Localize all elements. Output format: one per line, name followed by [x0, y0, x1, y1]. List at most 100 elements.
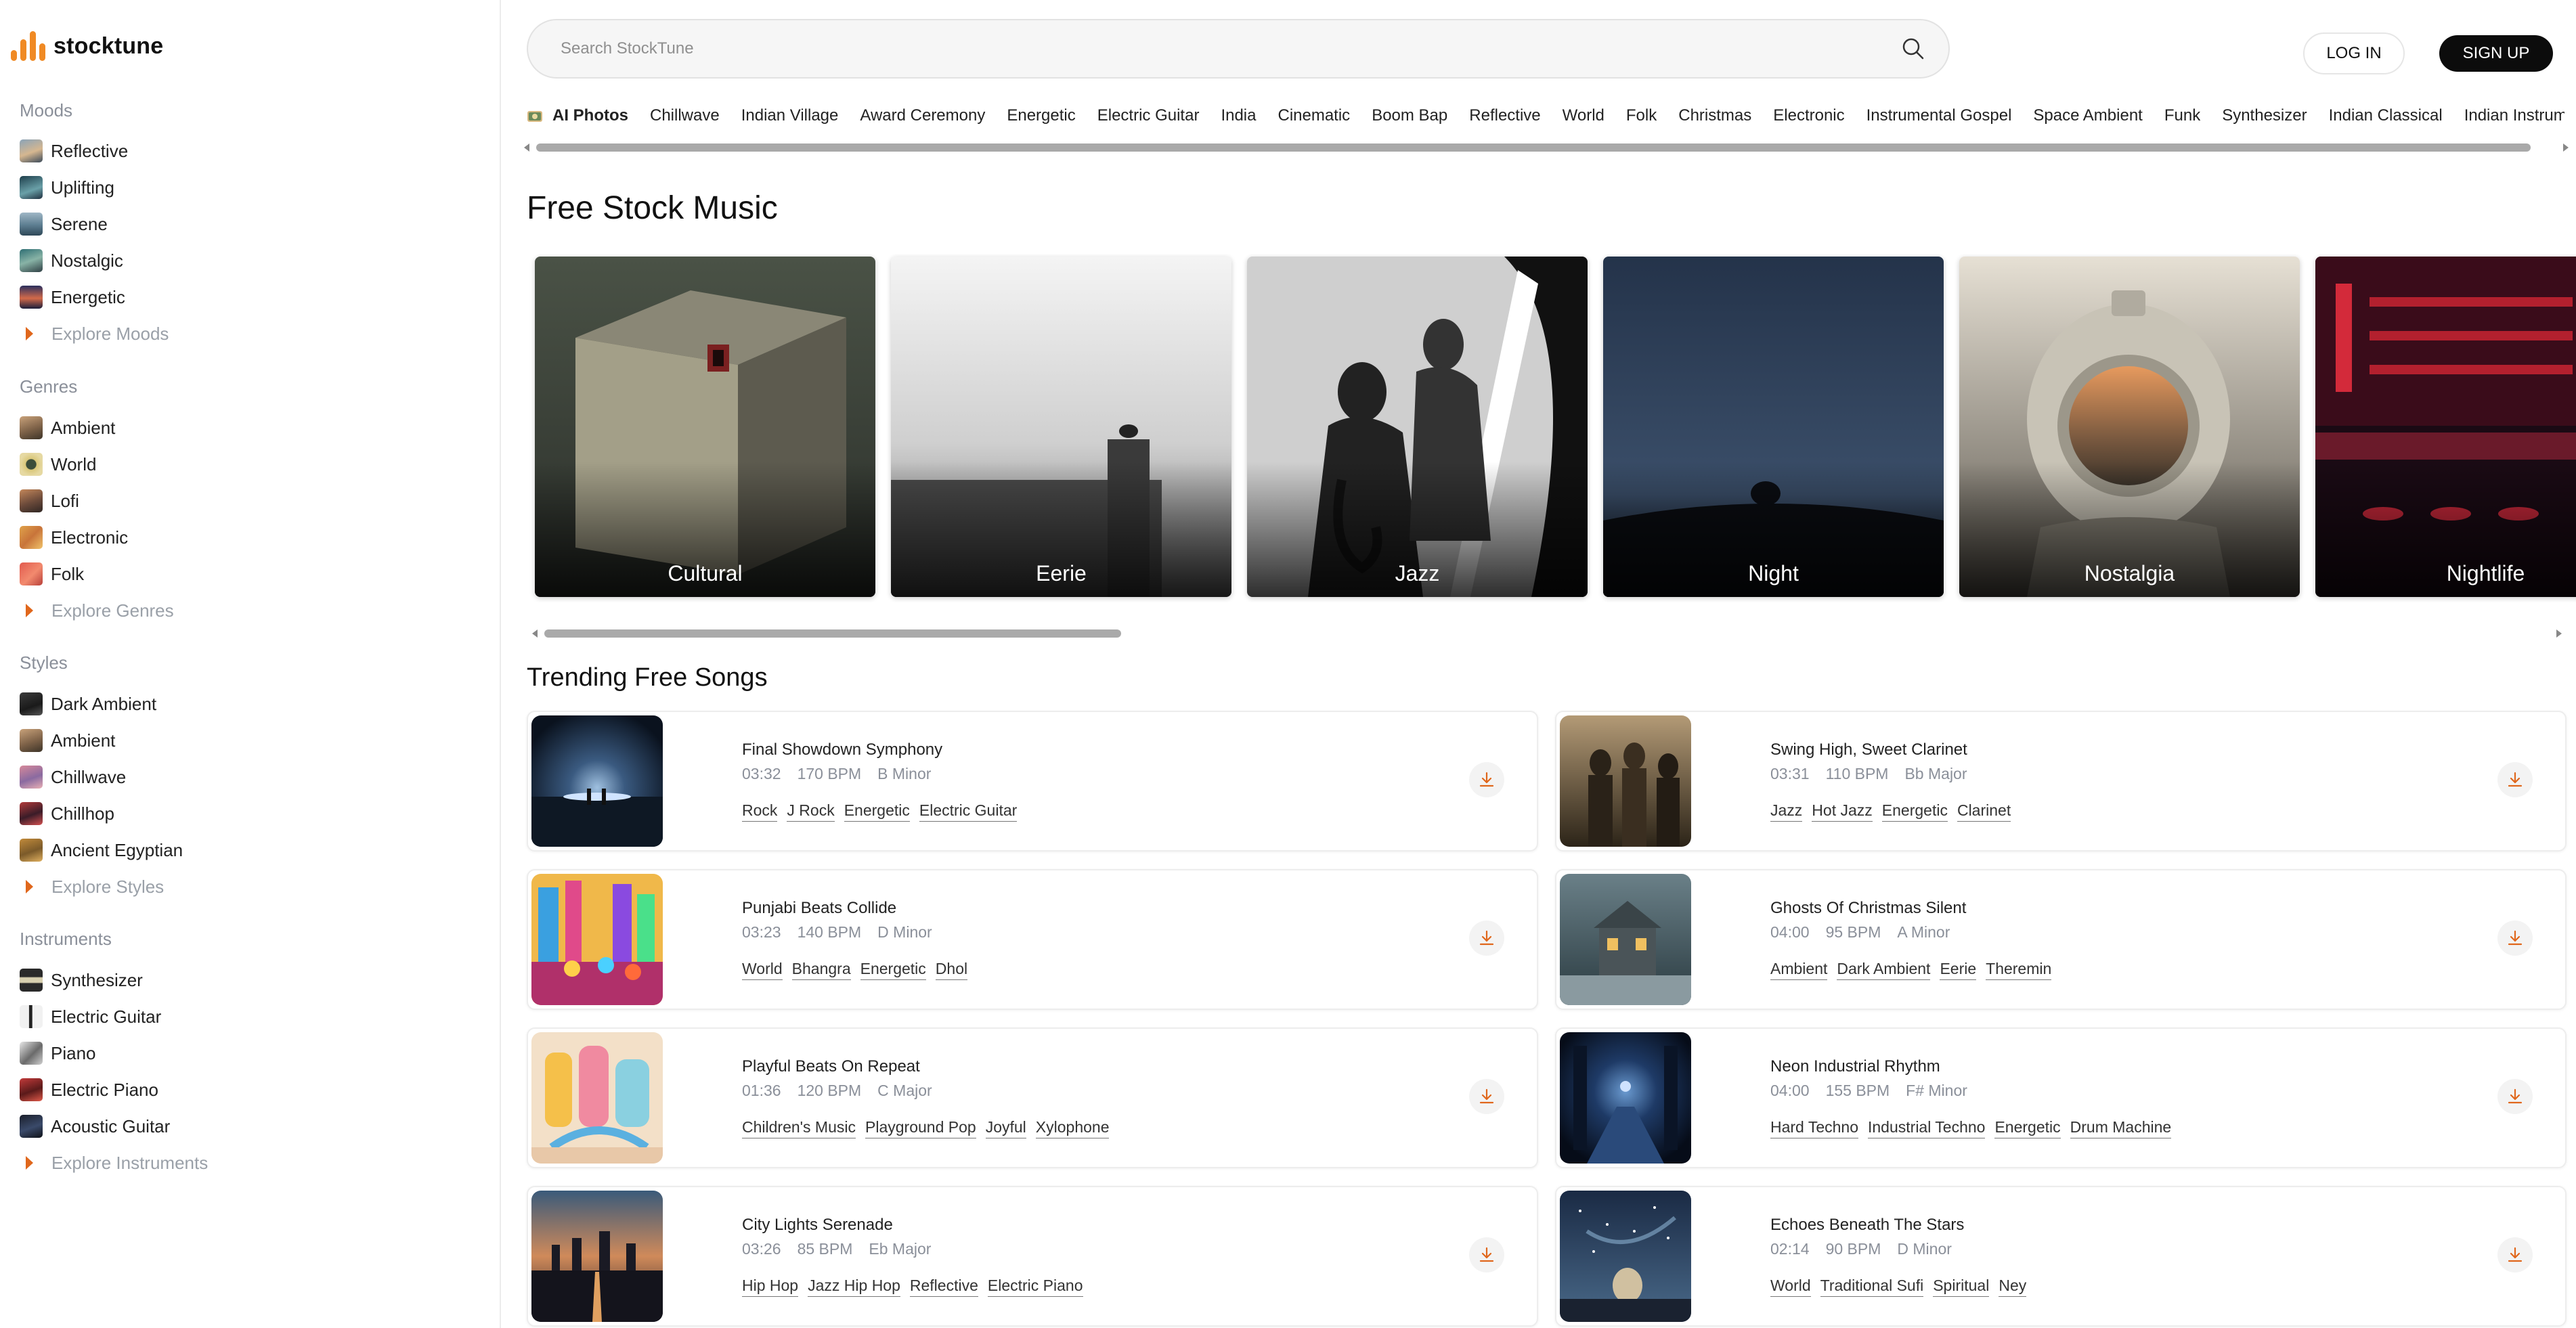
song-tag[interactable]: Joyful [985, 1118, 1026, 1138]
song-tag[interactable]: Hot Jazz [1812, 801, 1873, 822]
chip-item[interactable]: Chillwave [650, 106, 720, 125]
download-button[interactable] [1469, 1079, 1504, 1114]
song-card[interactable]: City Lights Serenade 03:26 85 BPM Eb Major… [527, 1186, 1538, 1327]
sidebar-item-dark-ambient[interactable]: Dark Ambient [20, 690, 156, 717]
chip-item[interactable]: Indian Classical [2329, 106, 2443, 125]
song-tag[interactable]: Children's Music [742, 1118, 856, 1138]
sidebar-item-chillhop[interactable]: Chillhop [20, 800, 114, 827]
song-tag[interactable]: Drum Machine [2070, 1118, 2172, 1138]
song-tag[interactable]: Electric Guitar [919, 801, 1018, 822]
song-card[interactable]: Swing High, Sweet Clarinet 03:31 110 BPM B… [1555, 711, 2567, 851]
song-tag[interactable]: Bhangra [791, 960, 851, 980]
card-cultural[interactable]: Cultural [535, 257, 875, 597]
scrollbar-thumb[interactable] [544, 629, 1121, 638]
chip-item[interactable]: Indian Instrumental [2464, 106, 2564, 125]
song-tag[interactable]: Spiritual [1933, 1277, 1990, 1297]
song-card[interactable]: Echoes Beneath The Stars 02:14 90 BPM D Mi… [1555, 1186, 2567, 1327]
song-title[interactable]: City Lights Serenade [742, 1216, 893, 1235]
search-input[interactable] [561, 39, 1847, 58]
sidebar-item-ancient-egyptian[interactable]: Ancient Egyptian [20, 837, 183, 864]
song-tag[interactable]: Xylophone [1035, 1118, 1110, 1138]
chip-item[interactable]: Boom Bap [1372, 106, 1447, 125]
chip-item[interactable]: Award Ceremony [860, 106, 985, 125]
song-tag[interactable]: Jazz [1770, 801, 1803, 822]
song-tag[interactable]: Ambient [1770, 960, 1828, 980]
song-card[interactable]: Ghosts Of Christmas Silent 04:00 95 BPM A … [1555, 869, 2567, 1010]
sidebar-item-chillwave[interactable]: Chillwave [20, 763, 126, 791]
chip-item[interactable]: Electronic [1773, 106, 1844, 125]
song-tag[interactable]: Traditional Sufi [1820, 1277, 1924, 1297]
song-title[interactable]: Neon Industrial Rhythm [1770, 1057, 1940, 1076]
chip-ai-photos[interactable]: AI Photos [527, 106, 628, 125]
song-card[interactable]: Neon Industrial Rhythm 04:00 155 BPM F# Mi… [1555, 1027, 2567, 1168]
chip-item[interactable]: Indian Village [741, 106, 839, 125]
scroll-right-icon[interactable] [2563, 143, 2569, 152]
chip-item[interactable]: Instrumental Gospel [1866, 106, 2012, 125]
card-jazz[interactable]: Jazz [1247, 257, 1588, 597]
sidebar-item-piano[interactable]: Piano [20, 1040, 96, 1067]
chip-item[interactable]: Christmas [1678, 106, 1751, 125]
chip-item[interactable]: Electric Guitar [1097, 106, 1200, 125]
song-tag[interactable]: Energetic [844, 801, 910, 822]
download-button[interactable] [1469, 1237, 1504, 1272]
song-tag[interactable]: Dhol [935, 960, 968, 980]
sidebar-item-energetic[interactable]: Energetic [20, 284, 125, 311]
search-icon[interactable] [1901, 37, 1925, 61]
explore-styles-link[interactable]: Explore Styles [26, 873, 164, 900]
signup-button[interactable]: SIGN UP [2439, 35, 2553, 72]
sidebar-item-synthesizer[interactable]: Synthesizer [20, 967, 143, 994]
search-bar[interactable] [527, 19, 1950, 79]
chips-scrollbar[interactable] [524, 138, 2569, 157]
download-button[interactable] [1469, 921, 1504, 956]
sidebar-item-lofi[interactable]: Lofi [20, 487, 79, 514]
song-tag[interactable]: Electric Piano [987, 1277, 1083, 1297]
song-tag[interactable]: Hard Techno [1770, 1118, 1858, 1138]
card-nostalgia[interactable]: Nostalgia [1959, 257, 2300, 597]
sidebar-item-serene[interactable]: Serene [20, 211, 108, 238]
sidebar-item-electronic[interactable]: Electronic [20, 524, 128, 551]
sidebar-item-folk[interactable]: Folk [20, 560, 84, 588]
sidebar-item-electric-guitar[interactable]: Electric Guitar [20, 1003, 161, 1030]
scroll-right-icon[interactable] [2556, 629, 2562, 638]
sidebar-item-reflective[interactable]: Reflective [20, 137, 128, 164]
scrollbar-thumb[interactable] [536, 143, 2531, 152]
song-card[interactable]: Punjabi Beats Collide 03:23 140 BPM D Mino… [527, 869, 1538, 1010]
song-tag[interactable]: Jazz Hip Hop [808, 1277, 900, 1297]
song-tag[interactable]: Energetic [1994, 1118, 2061, 1138]
sidebar-item-acoustic-guitar[interactable]: Acoustic Guitar [20, 1113, 170, 1140]
chip-item[interactable]: Folk [1626, 106, 1657, 125]
song-tag[interactable]: Energetic [860, 960, 926, 980]
carousel-scrollbar[interactable] [532, 624, 2562, 643]
sidebar-item-electric-piano[interactable]: Electric Piano [20, 1076, 158, 1103]
song-card[interactable]: Final Showdown Symphony 03:32 170 BPM B Mi… [527, 711, 1538, 851]
song-tag[interactable]: Theremin [1986, 960, 2052, 980]
song-tag[interactable]: J Rock [787, 801, 835, 822]
song-title[interactable]: Punjabi Beats Collide [742, 899, 896, 918]
song-tag[interactable]: Ney [1999, 1277, 2027, 1297]
scroll-left-icon[interactable] [532, 629, 538, 638]
song-tag[interactable]: Dark Ambient [1837, 960, 1931, 980]
sidebar-item-ambient-style[interactable]: Ambient [20, 727, 115, 754]
song-title[interactable]: Swing High, Sweet Clarinet [1770, 740, 1967, 759]
chip-item[interactable]: Funk [2164, 106, 2200, 125]
song-tag[interactable]: Industrial Techno [1868, 1118, 1986, 1138]
download-button[interactable] [1469, 762, 1504, 797]
chip-item[interactable]: Synthesizer [2222, 106, 2307, 125]
sidebar-item-nostalgic[interactable]: Nostalgic [20, 247, 123, 274]
download-button[interactable] [2497, 762, 2533, 797]
song-card[interactable]: Playful Beats On Repeat 01:36 120 BPM C Ma… [527, 1027, 1538, 1168]
download-button[interactable] [2497, 1237, 2533, 1272]
card-nightlife[interactable]: Nightlife [2315, 257, 2576, 597]
chip-item[interactable]: Space Ambient [2033, 106, 2142, 125]
explore-moods-link[interactable]: Explore Moods [26, 320, 169, 347]
chip-item[interactable]: Reflective [1469, 106, 1540, 125]
download-button[interactable] [2497, 921, 2533, 956]
song-tag[interactable]: Eerie [1940, 960, 1977, 980]
sidebar-item-ambient[interactable]: Ambient [20, 414, 115, 441]
song-title[interactable]: Ghosts Of Christmas Silent [1770, 899, 1966, 918]
scroll-left-icon[interactable] [524, 143, 529, 152]
chip-item[interactable]: Energetic [1007, 106, 1075, 125]
song-tag[interactable]: Hip Hop [742, 1277, 799, 1297]
sidebar-item-uplifting[interactable]: Uplifting [20, 174, 114, 201]
song-tag[interactable]: Playground Pop [865, 1118, 976, 1138]
